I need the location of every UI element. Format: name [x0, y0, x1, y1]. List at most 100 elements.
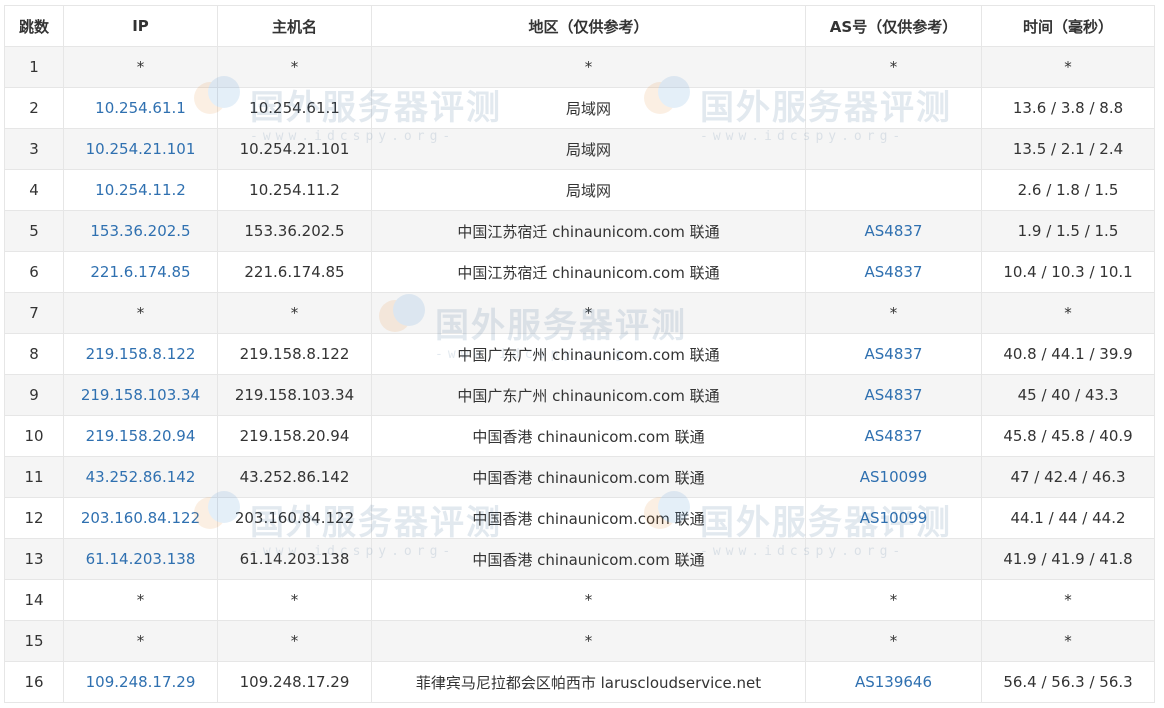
ip-cell: 61.14.203.138	[63, 538, 218, 580]
hostname-cell: 219.158.8.122	[217, 333, 372, 375]
asn-cell	[805, 87, 982, 129]
table-row: 7 * * * * *	[4, 292, 1155, 334]
region-cell: 中国香港 chinaunicom.com 联通	[371, 497, 806, 539]
ip-link[interactable]: 10.254.61.1	[95, 99, 186, 117]
ip-cell: 10.254.11.2	[63, 169, 218, 211]
table-row: 8 219.158.8.122 219.158.8.122 中国广东广州 chinau…	[4, 333, 1155, 375]
region-cell: *	[371, 46, 806, 88]
ip-link[interactable]: 109.248.17.29	[86, 673, 196, 691]
hop-cell: 14	[4, 579, 64, 621]
table-row: 4 10.254.11.2 10.254.11.2 局域网 2.6 / 1.8 / 1.…	[4, 169, 1155, 211]
asn-cell: AS4837	[805, 374, 982, 416]
time-cell: *	[981, 620, 1155, 662]
ip-link[interactable]: 43.252.86.142	[86, 468, 196, 486]
header-region: 地区（仅供参考）	[371, 5, 806, 47]
time-cell: 47 / 42.4 / 46.3	[981, 456, 1155, 498]
asn-cell	[805, 128, 982, 170]
asn-cell: AS4837	[805, 415, 982, 457]
time-cell: *	[981, 579, 1155, 621]
ip-link[interactable]: 219.158.103.34	[81, 386, 200, 404]
header-hostname: 主机名	[217, 5, 372, 47]
table-row: 5 153.36.202.5 153.36.202.5 中国江苏宿迁 chinauni…	[4, 210, 1155, 252]
asn-link[interactable]: AS4837	[865, 386, 923, 404]
time-cell: 45 / 40 / 43.3	[981, 374, 1155, 416]
hop-cell: 12	[4, 497, 64, 539]
hop-cell: 1	[4, 46, 64, 88]
asn-cell: *	[805, 46, 982, 88]
table-row: 13 61.14.203.138 61.14.203.138 中国香港 chinaun…	[4, 538, 1155, 580]
asn-link[interactable]: AS4837	[865, 427, 923, 445]
hop-cell: 8	[4, 333, 64, 375]
time-cell: 10.4 / 10.3 / 10.1	[981, 251, 1155, 293]
asn-link[interactable]: AS139646	[855, 673, 932, 691]
traceroute-table: 跳数 IP 主机名 地区（仅供参考） AS号（仅供参考） 时间（毫秒） 1 * * *…	[4, 5, 1155, 703]
hostname-cell: 61.14.203.138	[217, 538, 372, 580]
table-row: 3 10.254.21.101 10.254.21.101 局域网 13.5 / 2.1…	[4, 128, 1155, 170]
ip-cell: 153.36.202.5	[63, 210, 218, 252]
hop-cell: 5	[4, 210, 64, 252]
region-cell: 中国香港 chinaunicom.com 联通	[371, 415, 806, 457]
asn-cell: AS10099	[805, 456, 982, 498]
time-cell: 13.5 / 2.1 / 2.4	[981, 128, 1155, 170]
ip-link[interactable]: 219.158.20.94	[86, 427, 196, 445]
time-cell: 44.1 / 44 / 44.2	[981, 497, 1155, 539]
time-cell: 41.9 / 41.9 / 41.8	[981, 538, 1155, 580]
asn-cell: *	[805, 579, 982, 621]
hostname-cell: 219.158.103.34	[217, 374, 372, 416]
table-header-row: 跳数 IP 主机名 地区（仅供参考） AS号（仅供参考） 时间（毫秒）	[4, 5, 1155, 47]
region-cell: *	[371, 292, 806, 334]
hop-cell: 3	[4, 128, 64, 170]
asn-link[interactable]: AS10099	[860, 509, 928, 527]
table-row: 16 109.248.17.29 109.248.17.29 菲律宾马尼拉都会区帕西市…	[4, 661, 1155, 703]
region-cell: 中国广东广州 chinaunicom.com 联通	[371, 333, 806, 375]
table-row: 6 221.6.174.85 221.6.174.85 中国江苏宿迁 chinauni…	[4, 251, 1155, 293]
asn-cell: AS4837	[805, 210, 982, 252]
asn-link[interactable]: AS4837	[865, 345, 923, 363]
ip-link[interactable]: 219.158.8.122	[86, 345, 196, 363]
time-cell: *	[981, 46, 1155, 88]
hostname-cell: 219.158.20.94	[217, 415, 372, 457]
time-cell: *	[981, 292, 1155, 334]
ip-link[interactable]: 10.254.21.101	[86, 140, 196, 158]
ip-link[interactable]: 221.6.174.85	[90, 263, 190, 281]
header-asn: AS号（仅供参考）	[805, 5, 982, 47]
asn-cell: AS139646	[805, 661, 982, 703]
ip-link[interactable]: 10.254.11.2	[95, 181, 186, 199]
time-cell: 40.8 / 44.1 / 39.9	[981, 333, 1155, 375]
hop-cell: 4	[4, 169, 64, 211]
ip-cell: 10.254.21.101	[63, 128, 218, 170]
table-row: 2 10.254.61.1 10.254.61.1 局域网 13.6 / 3.8 / 8…	[4, 87, 1155, 129]
table-row: 12 203.160.84.122 203.160.84.122 中国香港 china…	[4, 497, 1155, 539]
table-row: 9 219.158.103.34 219.158.103.34 中国广东广州 chin…	[4, 374, 1155, 416]
hostname-cell: 10.254.21.101	[217, 128, 372, 170]
ip-link[interactable]: 153.36.202.5	[90, 222, 190, 240]
table-row: 1 * * * * *	[4, 46, 1155, 88]
region-cell: *	[371, 620, 806, 662]
ip-link[interactable]: 203.160.84.122	[81, 509, 200, 527]
asn-link[interactable]: AS4837	[865, 222, 923, 240]
hop-cell: 7	[4, 292, 64, 334]
time-cell: 1.9 / 1.5 / 1.5	[981, 210, 1155, 252]
hop-cell: 9	[4, 374, 64, 416]
hostname-cell: *	[217, 620, 372, 662]
hostname-cell: 221.6.174.85	[217, 251, 372, 293]
hostname-cell: 203.160.84.122	[217, 497, 372, 539]
ip-cell: 219.158.20.94	[63, 415, 218, 457]
time-cell: 56.4 / 56.3 / 56.3	[981, 661, 1155, 703]
asn-cell: AS4837	[805, 333, 982, 375]
time-cell: 13.6 / 3.8 / 8.8	[981, 87, 1155, 129]
ip-cell: 219.158.103.34	[63, 374, 218, 416]
asn-cell: AS4837	[805, 251, 982, 293]
hop-cell: 2	[4, 87, 64, 129]
hostname-cell: *	[217, 579, 372, 621]
asn-link[interactable]: AS4837	[865, 263, 923, 281]
ip-link[interactable]: 61.14.203.138	[86, 550, 196, 568]
table-row: 15 * * * * *	[4, 620, 1155, 662]
asn-link[interactable]: AS10099	[860, 468, 928, 486]
time-cell: 45.8 / 45.8 / 40.9	[981, 415, 1155, 457]
hostname-cell: 10.254.11.2	[217, 169, 372, 211]
hop-cell: 13	[4, 538, 64, 580]
asn-cell	[805, 538, 982, 580]
ip-cell: *	[63, 579, 218, 621]
ip-cell: 219.158.8.122	[63, 333, 218, 375]
